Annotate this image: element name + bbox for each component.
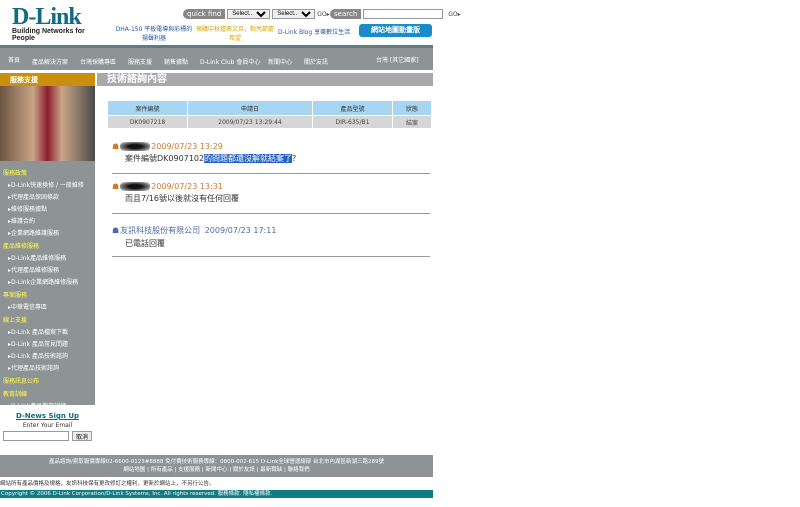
sidebar-item[interactable]: ▸代理產品保固條款 — [0, 190, 95, 202]
footer-link[interactable]: 聯絡我們 — [288, 467, 310, 473]
user-icon: ☗ — [112, 182, 120, 191]
search-go[interactable]: GO▸ — [448, 11, 460, 18]
footer-link[interactable]: 關於友訊 — [233, 467, 255, 473]
nav-region[interactable]: 台灣 [其它國家] — [376, 55, 419, 64]
sitemap-button[interactable]: 網站地圖動畫版 — [359, 24, 432, 37]
signup-title[interactable]: D-News Sign Up — [0, 412, 95, 420]
nav-taiwan-purchase[interactable]: 台灣採購專區 — [80, 57, 116, 66]
nav-club[interactable]: D-Link Club 會員中心 — [200, 57, 260, 66]
sidebar-section[interactable]: 線上支援 — [0, 312, 95, 325]
page-title: 技術諮詢內容 — [97, 73, 433, 86]
sidebar-item[interactable]: ▸企業網路維護服務 — [0, 226, 95, 238]
sidebar-item[interactable]: ▸代理產品技術諮詢 — [0, 361, 95, 373]
dlink-logo[interactable]: D-Link Building Networks for People — [12, 5, 104, 42]
sidebar-section[interactable]: 教育訓練 — [0, 386, 95, 399]
sidebar-item[interactable]: ▸D-Link 產品技術諮詢 — [0, 349, 95, 361]
comment: ☗ 2009/07/23 13:29 案件編號DK0907102的問題都還沒解就結… — [112, 142, 430, 174]
quick-find-go[interactable]: GO▸ — [317, 11, 329, 18]
nav-home[interactable]: 首頁 — [8, 55, 20, 64]
sidebar-item[interactable]: ▸D-Link 產品檔案下載 — [0, 325, 95, 337]
cancel-button[interactable]: 取消 — [72, 431, 92, 441]
header-link-dha150[interactable]: DHA-150 平板電導與彩標的揚聲利器 — [114, 24, 194, 42]
main-nav: 首頁 產品解決方案 台灣採購專區 服務支援 銷售據點 D-Link Club 會… — [0, 45, 433, 70]
support-photo — [0, 86, 95, 161]
sidebar-item[interactable]: ▸維護合約 — [0, 214, 95, 226]
quick-find-select-2[interactable]: Select.. — [272, 9, 316, 19]
copyright: Copyright © 2006 D-Link Corporation/D-Li… — [0, 490, 433, 498]
header-link-blog[interactable]: D-Link Blog 享樂數位生活 — [278, 27, 350, 36]
nav-dealers[interactable]: 銷售據點 — [164, 57, 188, 66]
sidebar-item[interactable]: ▸D-Link 產品常見問題 — [0, 337, 95, 349]
sidebar-item[interactable]: ▸維修服務據點 — [0, 202, 95, 214]
sidebar-section[interactable]: 服務訊息公布 — [0, 373, 95, 386]
table-row: DK0907218 2009/07/23 13:29:44 DIR-635/B1 結案 — [107, 115, 432, 129]
sidebar-item[interactable]: ▸代理產品維修服務 — [0, 263, 95, 275]
nav-news[interactable]: 新聞中心 — [268, 57, 292, 66]
quick-find: quick find Select.. Select.. GO▸ — [183, 9, 330, 19]
sidebar-item[interactable]: ▸D-Link快速換修 / 一般維修 — [0, 178, 95, 190]
sidebar-item[interactable]: ▸D-Link企業網路維修服務 — [0, 275, 95, 287]
case-table: 案件編號 申請日 產品型號 狀態 DK0907218 2009/07/23 13:29:… — [107, 100, 432, 129]
sidebar-item[interactable]: ▸中華電信專區 — [0, 300, 95, 312]
sidebar-section[interactable]: 專案服務 — [0, 287, 95, 300]
quick-find-select-1[interactable]: Select.. — [227, 9, 271, 19]
footer-link[interactable]: 網站地圖 — [123, 467, 145, 473]
sidebar-title: 服務支援 — [0, 73, 95, 86]
dnews-signup: D-News Sign Up Enter Your Email 取消 — [0, 405, 95, 445]
sidebar-section[interactable]: 服務政策 — [0, 165, 95, 178]
comment: ☗ 2009/07/23 13:31 而且7/16號以後就沒有任何回覆 — [112, 182, 430, 214]
sidebar-item[interactable]: ▸D-Link產品維修服務 — [0, 251, 95, 263]
user-icon: ☗ — [112, 142, 120, 151]
sidebar: 服務支援 服務政策 ▸D-Link快速換修 / 一般維修 ▸代理產品保固條款 ▸維修服… — [0, 73, 95, 445]
comment: ☗ 友訊科技股份有限公司 2009/07/23 17:11 已電話回覆 — [112, 225, 430, 257]
disclaimer: 網站所有產品價格及規格，友訊科技保有更改修訂之權利，更新於網站上，不另行公告。 — [0, 481, 215, 487]
nav-support[interactable]: 服務支援 — [128, 57, 152, 66]
footer-link[interactable]: 支援服務 — [178, 467, 200, 473]
footer-link[interactable]: 所有產品 — [151, 467, 173, 473]
nav-about[interactable]: 關於友訊 — [304, 57, 328, 66]
redacted-author — [120, 182, 151, 191]
footer-link[interactable]: 最新職缺 — [260, 467, 282, 473]
sidebar-section[interactable]: 產品維修服務 — [0, 238, 95, 251]
nav-products[interactable]: 產品解決方案 — [32, 57, 68, 66]
staff-icon: ☗ — [112, 226, 120, 235]
email-input[interactable] — [3, 431, 69, 441]
footer: 產品諮詢/索取報價專線02-6600-0123#8888 免付費技術服務專線：0… — [0, 455, 433, 477]
redacted-author — [120, 142, 151, 151]
search: search GO▸ — [330, 9, 461, 19]
footer-link[interactable]: 新聞中心 — [205, 467, 227, 473]
header-link-promo[interactable]: 預購中秋禮興文旦，點亮節慶希望 — [196, 24, 274, 42]
search-input[interactable] — [363, 9, 444, 19]
